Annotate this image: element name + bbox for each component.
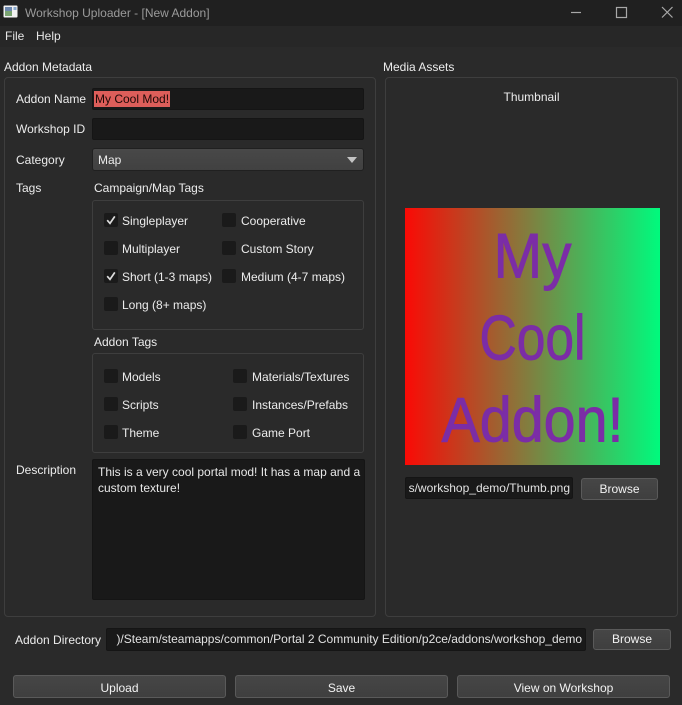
svg-text:Cool: Cool: [480, 304, 586, 374]
svg-text:My: My: [494, 222, 572, 292]
svg-text:Addon!: Addon!: [442, 386, 624, 456]
